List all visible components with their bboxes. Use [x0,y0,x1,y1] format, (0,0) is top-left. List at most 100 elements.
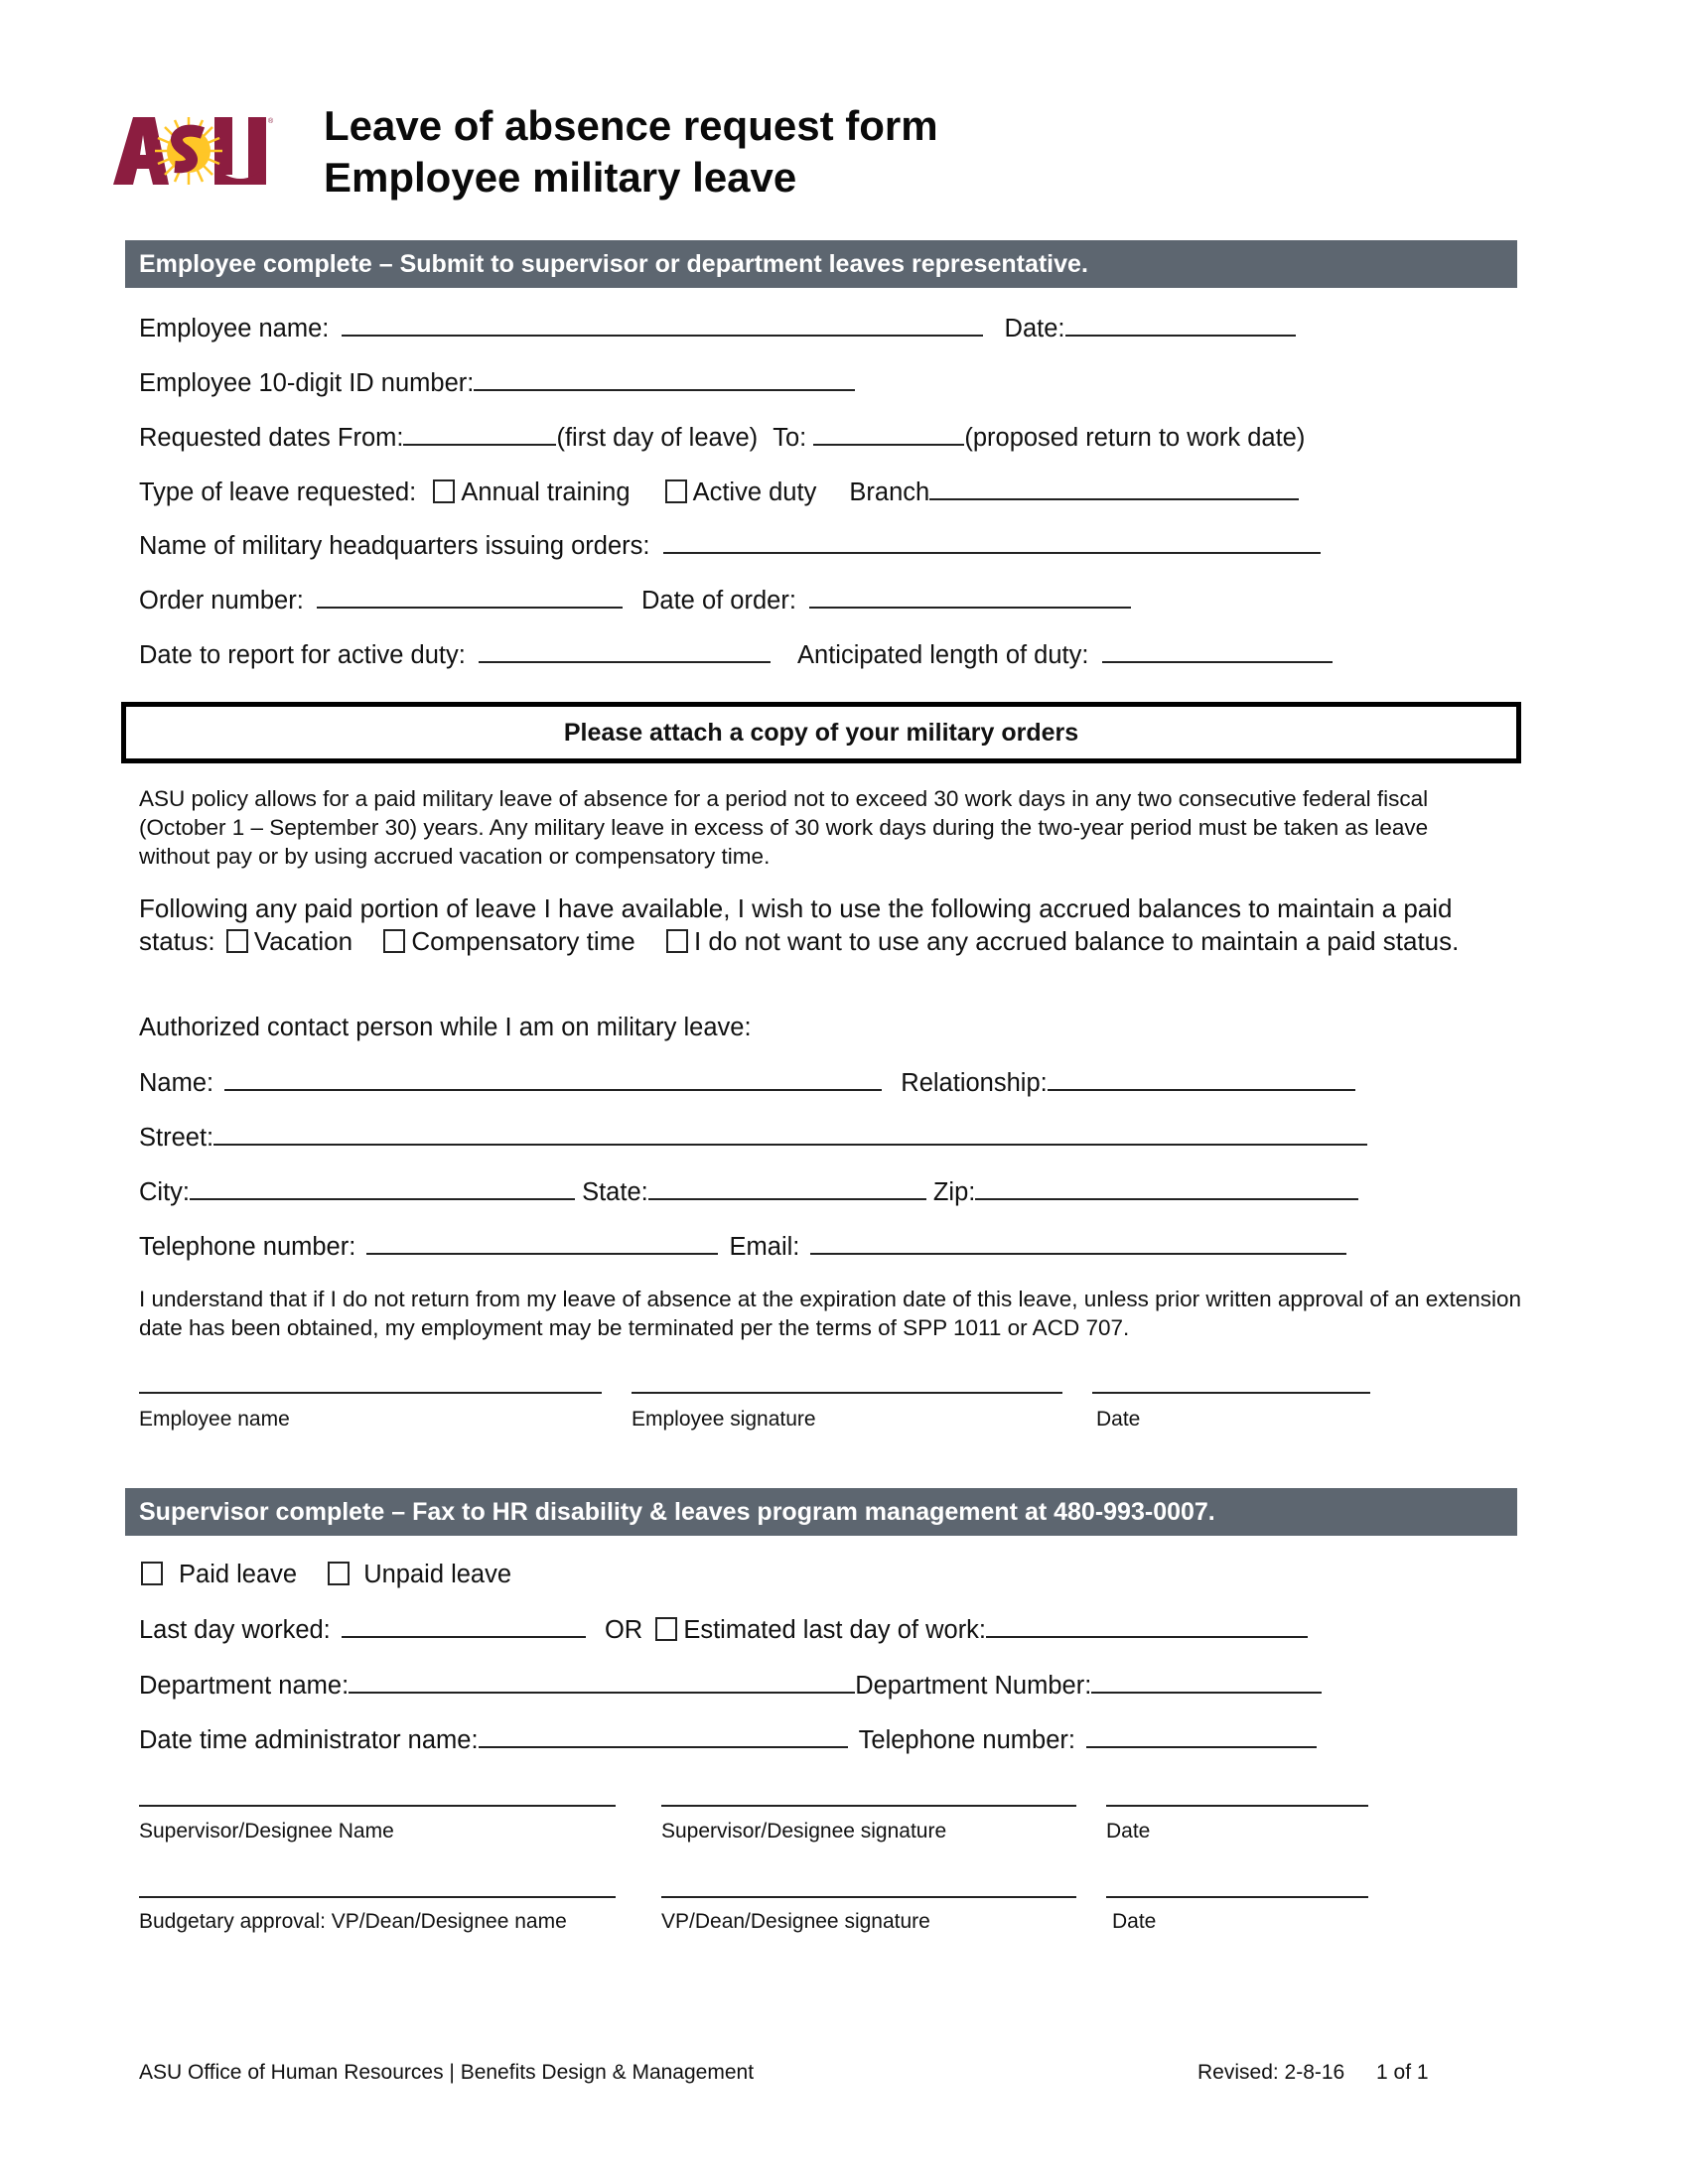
last-day-row: Last day worked: OR Estimated last day o… [139,1614,1309,1645]
order-row: Order number: Date of order: [139,585,1132,615]
branch-field[interactable] [929,477,1300,500]
admin-name-field[interactable] [478,1724,848,1748]
hq-field[interactable] [662,530,1321,554]
department-row: Department name: Department Number: [139,1670,1323,1701]
city-row: City: State: Zip: [139,1176,1359,1207]
date-label: Date: [1004,315,1065,342]
date-of-order-field[interactable] [809,585,1132,609]
leave-type-label: Type of leave requested: [139,478,417,506]
dept-number-field[interactable] [1091,1670,1323,1694]
leave-pay-row: Paid leave Unpaid leave [139,1560,511,1589]
employee-id-row: Employee 10-digit ID number: [139,367,856,398]
estimated-field[interactable] [986,1614,1309,1638]
supervisor-name-label: Supervisor/Designee Name [139,1820,394,1843]
comp-time-checkbox[interactable] [383,928,406,953]
supervisor-telephone-label: Telephone number: [858,1726,1075,1754]
annual-training-checkbox[interactable] [433,479,456,503]
budget-name-signature-line[interactable] [139,1896,616,1898]
requested-dates-row: Requested dates From: (first day of leave… [139,422,1305,453]
contact-telephone-field[interactable] [366,1231,719,1255]
city-label: City: [139,1178,190,1206]
contact-name-row: Name: Relationship: [139,1067,1355,1098]
anticipated-length-label: Anticipated length of duty: [797,641,1089,669]
annual-training-label: Annual training [461,478,631,506]
anticipated-length-field[interactable] [1101,639,1333,663]
hq-row: Name of military headquarters issuing or… [139,530,1321,561]
budget-signature-label: VP/Dean/Designee signature [661,1910,930,1933]
street-row: Street: [139,1122,1368,1153]
relationship-label: Relationship: [901,1069,1048,1097]
contact-name-label: Name: [139,1069,214,1097]
supervisor-date-label: Date [1106,1820,1151,1843]
form-subtitle: Employee military leave [324,154,797,201]
budget-date-signature-line[interactable] [1106,1896,1368,1898]
hq-label: Name of military headquarters issuing or… [139,532,650,560]
contact-heading: Authorized contact person while I am on … [139,1014,752,1041]
accrued-paragraph: Following any paid portion of leave I ha… [139,892,1529,957]
to-date-field[interactable] [813,422,965,446]
employee-name-row: Employee name: Date: [139,313,1296,343]
estimated-last-day-checkbox[interactable] [655,1617,678,1641]
supervisor-telephone-field[interactable] [1086,1724,1318,1748]
order-number-field[interactable] [316,585,623,609]
form-title: Leave of absence request form [324,102,938,149]
contact-name-field[interactable] [224,1067,883,1091]
budget-signature-line[interactable] [661,1896,1076,1898]
employee-name-field[interactable] [342,313,984,337]
employee-name-label: Employee name: [139,315,330,342]
vacation-checkbox[interactable] [225,928,248,953]
employee-section-header: Employee complete – Submit to supervisor… [125,240,1517,288]
zip-label: Zip: [932,1178,976,1206]
active-duty-checkbox[interactable] [664,479,687,503]
supervisor-signature-label: Supervisor/Designee signature [661,1820,947,1843]
no-accrued-label: I do not want to use any accrued balance… [693,925,1460,956]
state-label: State: [582,1178,648,1206]
dept-number-label: Department Number: [855,1672,1092,1700]
relationship-field[interactable] [1047,1067,1355,1091]
supervisor-date-signature-line[interactable] [1106,1805,1368,1807]
last-day-label: Last day worked: [139,1616,331,1644]
footer-page: 1 of 1 [1376,2061,1429,2084]
street-label: Street: [139,1124,214,1152]
zip-field[interactable] [975,1176,1359,1200]
to-label: To: [773,424,807,452]
street-field[interactable] [213,1122,1368,1146]
unpaid-leave-checkbox[interactable] [328,1562,351,1585]
understand-paragraph: I understand that if I do not return fro… [139,1287,1522,1340]
date-field[interactable] [1064,313,1296,337]
asu-logo: ® [111,111,274,189]
report-date-field[interactable] [478,639,771,663]
supervisor-name-signature-line[interactable] [139,1805,616,1807]
employee-signature-label: Employee signature [632,1408,816,1431]
comp-time-label: Compensatory time [411,925,635,956]
date-of-order-label: Date of order: [641,587,796,614]
dept-name-field[interactable] [349,1670,856,1694]
report-row: Date to report for active duty: Anticipa… [139,639,1333,670]
email-field[interactable] [810,1231,1347,1255]
report-date-label: Date to report for active duty: [139,641,466,669]
paid-leave-checkbox[interactable] [141,1562,163,1585]
contact-phone-row: Telephone number: Email: [139,1231,1347,1262]
employee-date-signature-line[interactable] [1092,1392,1370,1394]
employee-signature-line[interactable] [632,1392,1062,1394]
unpaid-leave-label: Unpaid leave [363,1561,512,1588]
attach-orders-notice: Please attach a copy of your military or… [121,702,1521,763]
svg-text:®: ® [268,117,274,125]
dept-name-label: Department name: [139,1672,350,1700]
estimated-label: Estimated last day of work: [683,1616,987,1644]
city-field[interactable] [190,1176,575,1200]
first-day-note: (first day of leave) [556,424,759,452]
state-field[interactable] [647,1176,926,1200]
no-accrued-checkbox[interactable] [665,928,688,953]
supervisor-signature-line[interactable] [661,1805,1076,1807]
employee-name-signature-line[interactable] [139,1392,602,1394]
footer-revised: Revised: 2-8-16 [1197,2061,1345,2084]
employee-id-field[interactable] [474,367,856,391]
order-number-label: Order number: [139,587,304,614]
return-note: (proposed return to work date) [964,424,1306,452]
employee-date-label: Date [1096,1408,1141,1431]
requested-from-label: Requested dates From: [139,424,404,452]
from-date-field[interactable] [403,422,557,446]
email-label: Email: [729,1233,800,1261]
last-day-field[interactable] [341,1614,586,1638]
